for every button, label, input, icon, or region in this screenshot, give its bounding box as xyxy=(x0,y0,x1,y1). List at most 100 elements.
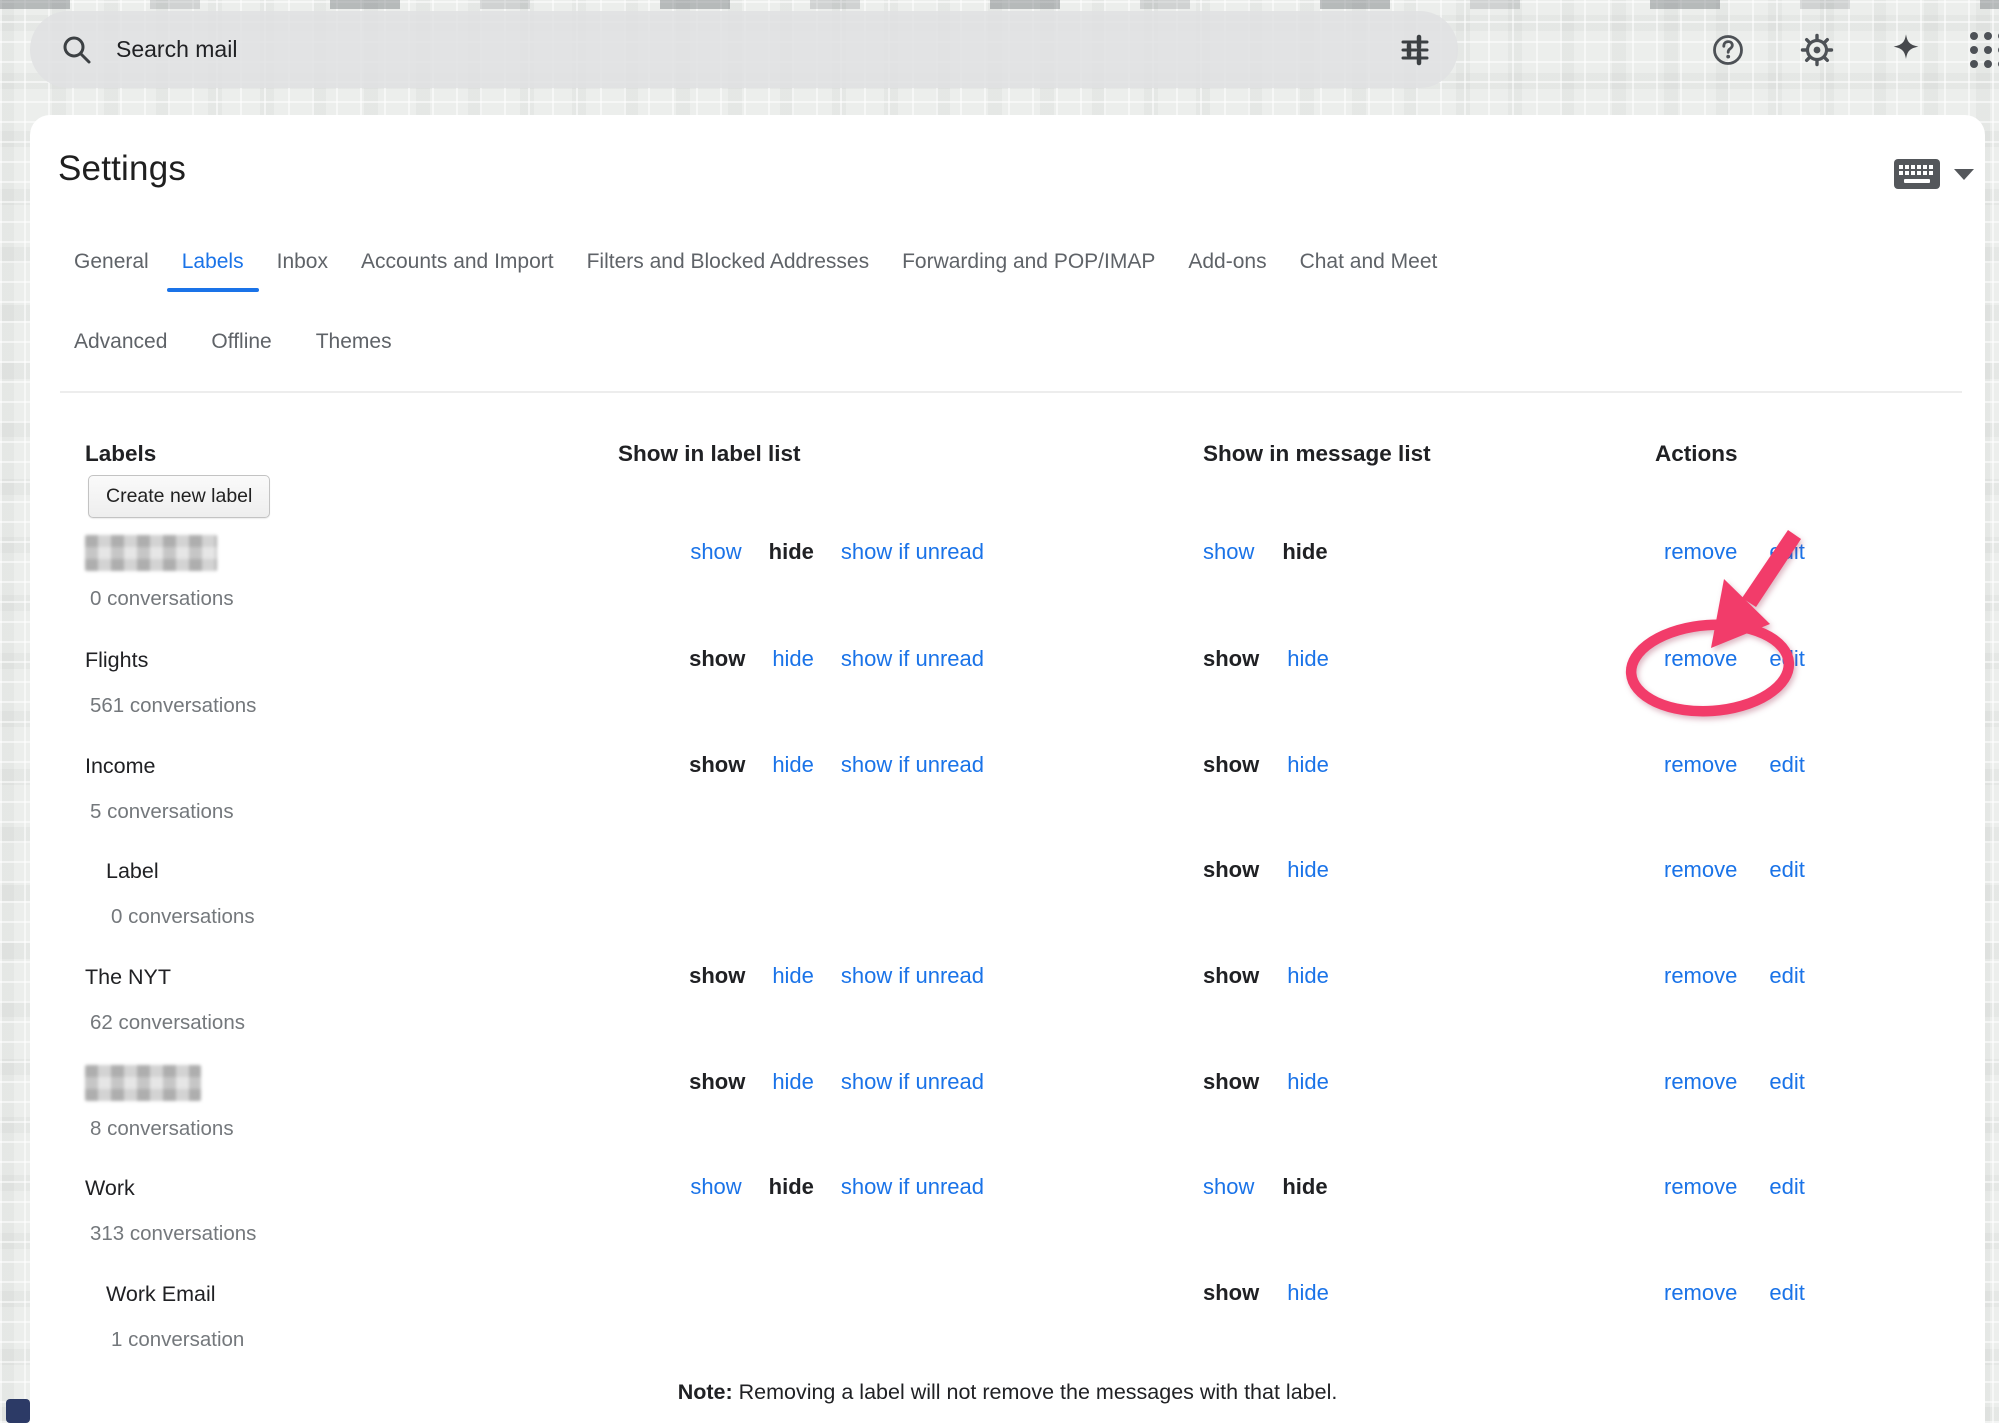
help-icon xyxy=(1710,32,1746,68)
wallpaper-artifact xyxy=(6,1399,30,1423)
show-option: show xyxy=(689,752,745,778)
tab-labels[interactable]: Labels xyxy=(182,250,244,292)
show-if-unread-option[interactable]: show if unread xyxy=(841,752,984,778)
show-option: show xyxy=(1203,646,1259,672)
gemini-button[interactable] xyxy=(1878,22,1934,78)
edit-link[interactable]: edit xyxy=(1769,752,1804,778)
remove-link[interactable]: remove xyxy=(1664,1280,1737,1306)
hide-option: hide xyxy=(769,1174,814,1200)
hide-option[interactable]: hide xyxy=(1287,857,1329,883)
apps-grid-icon[interactable] xyxy=(1968,30,1999,74)
search-placeholder: Search mail xyxy=(116,36,1398,63)
edit-link[interactable]: edit xyxy=(1769,539,1804,565)
search-input[interactable]: Search mail xyxy=(30,11,1458,88)
hide-option[interactable]: hide xyxy=(1287,1280,1329,1306)
label-row: 8 conversations show hide show if unread… xyxy=(0,1069,1999,1169)
label-count: 62 conversations xyxy=(90,1011,245,1035)
label-count: 0 conversations xyxy=(111,905,255,929)
label-name: Flights xyxy=(85,648,148,673)
tab-forwarding-pop-imap[interactable]: Forwarding and POP/IMAP xyxy=(902,250,1155,292)
hide-option[interactable]: hide xyxy=(1287,1069,1329,1095)
label-count: 0 conversations xyxy=(90,587,234,611)
hide-option[interactable]: hide xyxy=(772,963,814,989)
show-if-unread-option[interactable]: show if unread xyxy=(841,1174,984,1200)
actions: remove edit xyxy=(1664,963,1805,989)
hide-option[interactable]: hide xyxy=(1287,752,1329,778)
input-tools-selector[interactable] xyxy=(1893,158,1974,190)
help-button[interactable] xyxy=(1700,22,1756,78)
remove-link-flights[interactable]: remove xyxy=(1664,646,1737,672)
hide-option[interactable]: hide xyxy=(1287,963,1329,989)
remove-link[interactable]: remove xyxy=(1664,1069,1737,1095)
dropdown-arrow-icon xyxy=(1954,169,1974,180)
show-option: show xyxy=(689,1069,745,1095)
message-list-options: show hide xyxy=(1203,963,1329,989)
tab-general[interactable]: General xyxy=(74,250,149,292)
label-count: 1 conversation xyxy=(111,1328,244,1352)
show-if-unread-option[interactable]: show if unread xyxy=(841,646,984,672)
tune-icon[interactable] xyxy=(1398,33,1432,67)
label-row-label: Label 0 conversations show hide remove e… xyxy=(0,857,1999,957)
label-row-flights: Flights 561 conversations show hide show… xyxy=(0,646,1999,746)
tab-add-ons[interactable]: Add-ons xyxy=(1188,250,1266,292)
redacted-label-name xyxy=(85,1065,201,1101)
actions: remove edit xyxy=(1664,752,1805,778)
show-option[interactable]: show xyxy=(1203,1174,1254,1200)
show-if-unread-option[interactable]: show if unread xyxy=(841,963,984,989)
tab-filters-blocked[interactable]: Filters and Blocked Addresses xyxy=(587,250,869,292)
remove-link[interactable]: remove xyxy=(1664,539,1737,565)
actions: remove edit xyxy=(1664,539,1805,565)
show-option[interactable]: show xyxy=(690,539,741,565)
remove-link[interactable]: remove xyxy=(1664,857,1737,883)
tab-inbox[interactable]: Inbox xyxy=(277,250,328,292)
show-option: show xyxy=(1203,963,1259,989)
note-prefix: Note: xyxy=(678,1380,733,1404)
hide-option[interactable]: hide xyxy=(1287,646,1329,672)
show-option[interactable]: show xyxy=(1203,539,1254,565)
hide-option: hide xyxy=(769,539,814,565)
tab-offline[interactable]: Offline xyxy=(211,330,271,372)
actions: remove edit xyxy=(1664,1069,1805,1095)
label-list-options: show hide show if unread xyxy=(560,752,984,778)
hide-option[interactable]: hide xyxy=(772,646,814,672)
message-list-options: show hide xyxy=(1203,1174,1328,1200)
show-option[interactable]: show xyxy=(690,1174,741,1200)
show-option: show xyxy=(689,963,745,989)
label-list-options: show hide show if unread xyxy=(560,646,984,672)
show-option: show xyxy=(1203,752,1259,778)
settings-button[interactable] xyxy=(1789,22,1845,78)
settings-tabs-row1: General Labels Inbox Accounts and Import… xyxy=(74,250,1437,292)
edit-link[interactable]: edit xyxy=(1769,1174,1804,1200)
column-header-message-list: Show in message list xyxy=(1203,441,1431,467)
note-body: Removing a label will not remove the mes… xyxy=(733,1380,1338,1404)
remove-link[interactable]: remove xyxy=(1664,752,1737,778)
hide-option[interactable]: hide xyxy=(772,752,814,778)
show-if-unread-option[interactable]: show if unread xyxy=(841,539,984,565)
edit-link[interactable]: edit xyxy=(1769,1069,1804,1095)
tabs-divider xyxy=(60,391,1962,393)
tab-chat-and-meet[interactable]: Chat and Meet xyxy=(1300,250,1438,292)
tab-themes[interactable]: Themes xyxy=(316,330,392,372)
create-new-label-button[interactable]: Create new label xyxy=(88,475,270,518)
show-option: show xyxy=(1203,857,1259,883)
label-count: 313 conversations xyxy=(90,1222,256,1246)
edit-link[interactable]: edit xyxy=(1769,963,1804,989)
page-title: Settings xyxy=(58,149,186,189)
tab-advanced[interactable]: Advanced xyxy=(74,330,167,372)
label-list-options: show hide show if unread xyxy=(560,539,984,565)
footer-note: Note: Removing a label will not remove t… xyxy=(30,1380,1985,1405)
edit-link[interactable]: edit xyxy=(1769,1280,1804,1306)
column-header-label-list: Show in label list xyxy=(618,441,801,467)
remove-link[interactable]: remove xyxy=(1664,1174,1737,1200)
hide-option: hide xyxy=(1282,539,1327,565)
remove-link[interactable]: remove xyxy=(1664,963,1737,989)
tab-accounts-import[interactable]: Accounts and Import xyxy=(361,250,554,292)
label-list-options: show hide show if unread xyxy=(560,963,984,989)
edit-link[interactable]: edit xyxy=(1769,646,1804,672)
label-name: Label xyxy=(106,859,159,884)
actions: remove edit xyxy=(1664,1280,1805,1306)
show-if-unread-option[interactable]: show if unread xyxy=(841,1069,984,1095)
edit-link[interactable]: edit xyxy=(1769,857,1804,883)
hide-option[interactable]: hide xyxy=(772,1069,814,1095)
label-name: The NYT xyxy=(85,965,171,990)
